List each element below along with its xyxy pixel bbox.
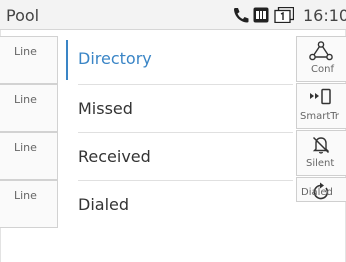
menu-item-label: Received [78,147,151,166]
menu-item-label: Directory [78,49,152,68]
status-bar: Pool 16:10 [0,0,346,30]
status-time: 16:10 [303,6,346,25]
softkey-silent[interactable]: Silent [296,130,346,176]
menu-item-received[interactable]: Received [66,132,293,180]
softkey-label: Conf [311,64,334,75]
conference-icon [309,41,333,61]
line-key-label: Line [14,189,37,202]
softkey-label: Dialed [301,187,333,198]
menu-item-label: Dialed [78,195,130,214]
softkey-conf[interactable]: Conf [296,36,346,82]
menu-item-missed[interactable]: Missed [66,84,293,132]
menu-item-label: Missed [78,99,133,118]
line-1-icon [274,7,294,23]
selection-indicator [66,40,68,80]
softkey-label: SmartTr [300,111,339,122]
line-key-1[interactable]: Line [0,36,58,84]
softkey-smart-transfer[interactable]: SmartTr [296,83,346,129]
status-title: Pool [6,6,40,25]
line-key-3[interactable]: Line [0,132,58,180]
softkey-label: Silent [306,158,335,169]
line-key-label: Line [14,45,37,58]
line-key-2[interactable]: Line [0,84,58,132]
menu-item-directory[interactable]: Directory [66,36,293,84]
smart-transfer-icon [310,88,331,105]
menu-item-dialed[interactable]: Dialed [66,180,293,228]
line-key-label: Line [14,141,37,154]
softkey-dialed[interactable]: Dialed [296,177,346,202]
voicemail-icon [253,7,269,23]
line-key-label: Line [14,93,37,106]
line-key-4[interactable]: Line [0,180,58,228]
phone-handset-icon [234,8,249,23]
silent-bell-icon [312,136,330,154]
